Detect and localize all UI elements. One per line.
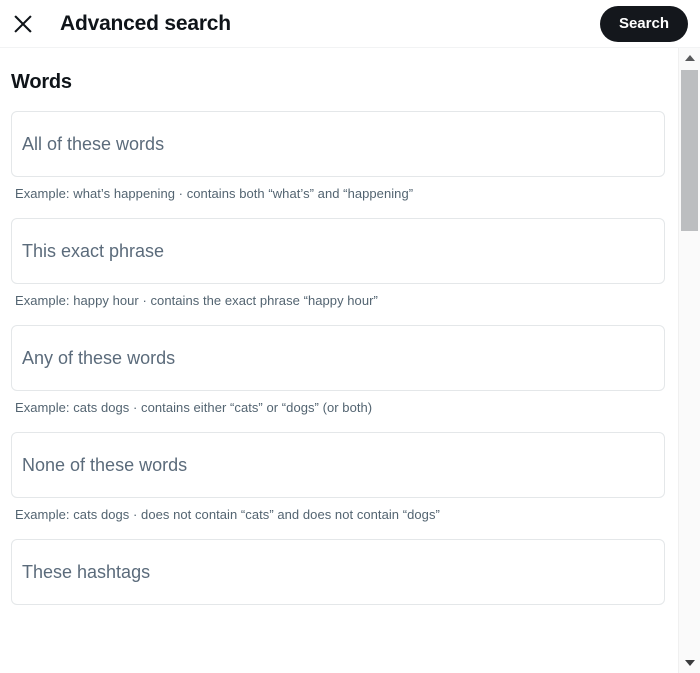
scroll-up-button[interactable] — [679, 48, 700, 68]
advanced-search-dialog: Advanced search Search Words Example: wh… — [0, 0, 700, 673]
field-group-none-of-these-words: Example: cats dogs · does not contain “c… — [0, 432, 678, 522]
scroll-area: Words Example: what’s happening · contai… — [0, 48, 678, 673]
close-button[interactable] — [6, 7, 40, 41]
hint-none-of-these-words: Example: cats dogs · does not contain “c… — [15, 507, 440, 522]
none-of-these-words-input[interactable] — [22, 454, 654, 476]
page-title: Advanced search — [60, 11, 231, 35]
hint-this-exact-phrase: Example: happy hour · contains the exact… — [15, 293, 378, 308]
search-button[interactable]: Search — [599, 5, 688, 42]
field-box-this-exact-phrase[interactable] — [11, 218, 665, 284]
field-group-these-hashtags — [0, 539, 678, 605]
field-box-all-of-these-words[interactable] — [11, 111, 665, 177]
all-of-these-words-input[interactable] — [22, 133, 654, 155]
hint-all-of-these-words: Example: what’s happening · contains bot… — [15, 186, 414, 201]
these-hashtags-input[interactable] — [22, 561, 654, 583]
scroll-down-button[interactable] — [679, 653, 700, 673]
any-of-these-words-input[interactable] — [22, 347, 654, 369]
field-group-this-exact-phrase: Example: happy hour · contains the exact… — [0, 218, 678, 308]
form-content: Words Example: what’s happening · contai… — [0, 71, 678, 605]
field-group-all-of-these-words: Example: what’s happening · contains bot… — [0, 111, 678, 201]
triangle-down-icon — [684, 660, 695, 666]
field-group-any-of-these-words: Example: cats dogs · contains either “ca… — [0, 325, 678, 415]
triangle-up-icon — [684, 55, 695, 61]
this-exact-phrase-input[interactable] — [22, 240, 654, 262]
hint-any-of-these-words: Example: cats dogs · contains either “ca… — [15, 400, 373, 415]
close-icon — [13, 14, 33, 34]
field-box-any-of-these-words[interactable] — [11, 325, 665, 391]
section-heading-words: Words — [11, 71, 72, 93]
field-box-these-hashtags[interactable] — [11, 539, 665, 605]
field-box-none-of-these-words[interactable] — [11, 432, 665, 498]
vertical-scrollbar[interactable] — [678, 48, 700, 673]
dialog-header: Advanced search Search — [0, 0, 700, 48]
scrollbar-thumb[interactable] — [681, 70, 698, 231]
